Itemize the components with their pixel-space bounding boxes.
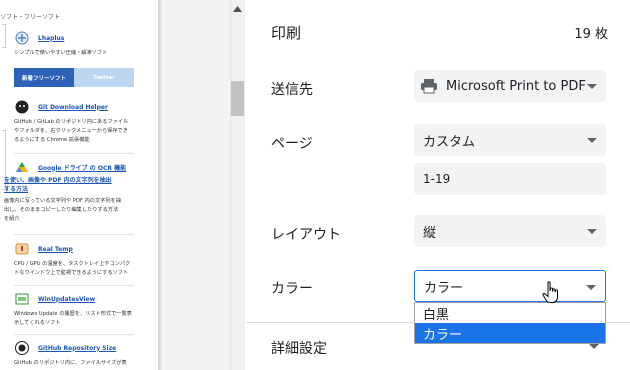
preview-tab-new: 新着フリーソフト bbox=[14, 68, 74, 87]
printer-icon bbox=[420, 78, 438, 94]
pages-select[interactable]: カスタム bbox=[414, 124, 606, 156]
preview-gutter bbox=[164, 0, 230, 370]
preview-category: ソフト・フリーソフト bbox=[0, 14, 61, 21]
preview-item: Google ドライブ の OCR 機能 を使い、画像や PDF 内の文字列を抽… bbox=[4, 160, 134, 224]
hand-pointer-icon bbox=[541, 281, 561, 305]
preview-item-title: Git Download Helper bbox=[38, 103, 108, 111]
preview-item-title: Google ドライブ の OCR 機能 bbox=[38, 164, 127, 172]
print-settings-panel: 印刷 19 枚 送信先 Microsoft Print to PDF ページ カ… bbox=[246, 0, 630, 370]
preview-divider bbox=[14, 285, 134, 286]
preview-desc-line: GitHub / GitLab のリポジトリ内にあるファイル bbox=[14, 119, 129, 125]
preview-item-desc: GitHub / GitLab のリポジトリ内にあるファイル やフォルダを、右ク… bbox=[14, 118, 134, 145]
chevron-down-icon bbox=[587, 138, 597, 143]
destination-label: 送信先 bbox=[271, 82, 313, 98]
github-icon bbox=[14, 340, 30, 356]
octocat-icon bbox=[14, 99, 30, 115]
preview-item: Real Temp CPU / GPU の温度を、タスクトレイ上やコンパク トな… bbox=[14, 241, 134, 278]
preview-item-desc: CPU / GPU の温度を、タスクトレイ上やコンパク トなウインドウ上で監視で… bbox=[14, 260, 134, 278]
preview-item-desc: 画像内に写っている文字列や PDF 内の文字列を抽 出し、そのままコピーしたり編… bbox=[4, 197, 134, 224]
preview-strip bbox=[2, 24, 6, 48]
color-select[interactable]: カラー bbox=[414, 270, 606, 302]
preview-desc-line: CPU / GPU の温度を、タスクトレイ上やコンパク bbox=[14, 261, 131, 267]
preview-desc-line: やフォルダを、右クリックメニューから保存でき bbox=[14, 128, 128, 134]
preview-desc-line: るようにする Chrome 拡張機能 bbox=[14, 137, 90, 143]
color-option-monochrome[interactable]: 白黒 bbox=[415, 303, 605, 323]
settings-scrollbar[interactable] bbox=[230, 0, 245, 370]
more-settings-label[interactable]: 詳細設定 bbox=[271, 338, 327, 358]
layout-label: レイアウト bbox=[271, 227, 341, 243]
lhaplus-icon bbox=[14, 30, 30, 46]
preview-item: GitHub Repository Size GitHub のリポジトリ内に、フ… bbox=[14, 340, 134, 368]
preview-desc-line: Windows Update の履歴を、リスト形式で一覧表 bbox=[14, 311, 132, 317]
preview-item-title: する方法 bbox=[4, 186, 29, 193]
color-options-list: 白黒 カラー bbox=[414, 302, 606, 344]
preview-item-title: Lhaplus bbox=[38, 34, 65, 42]
chevron-down-icon bbox=[587, 84, 597, 89]
print-preview-page: ソフト・フリーソフト Lhaplus シンプルで使いやすい圧縮・解凍ソフト 新着… bbox=[0, 0, 160, 370]
print-title: 印刷 bbox=[271, 24, 302, 42]
color-label: カラー bbox=[271, 281, 313, 297]
chevron-down-icon bbox=[587, 229, 597, 234]
preview-desc-line: 画像内に写っている文字列や PDF 内の文字列を抽 bbox=[4, 198, 121, 204]
preview-desc-line: 示してくれるソフト bbox=[14, 320, 61, 326]
layout-value: 縦 bbox=[423, 225, 437, 241]
page-range-value: 1-19 bbox=[423, 172, 451, 186]
preview-item-title: GitHub Repository Size bbox=[38, 344, 117, 352]
destination-select[interactable]: Microsoft Print to PDF bbox=[414, 70, 606, 102]
preview-divider bbox=[14, 234, 134, 235]
google-drive-icon bbox=[14, 160, 30, 176]
preview-desc-line: 出し、そのままコピーしたり編集したりする方法 bbox=[4, 207, 119, 213]
preview-divider bbox=[14, 334, 134, 335]
color-value: カラー bbox=[424, 280, 464, 296]
preview-item: WinUpdatesView Windows Update の履歴を、リスト形式… bbox=[14, 291, 134, 328]
preview-item-title: WinUpdatesView bbox=[38, 295, 96, 303]
layout-select[interactable]: 縦 bbox=[414, 215, 606, 247]
preview-item: Lhaplus シンプルで使いやすい圧縮・解凍ソフト bbox=[14, 30, 134, 58]
color-option-color[interactable]: カラー bbox=[415, 323, 605, 343]
preview-item: Git Download Helper GitHub / GitLab のリポジ… bbox=[14, 99, 134, 145]
preview-desc-line: トなウインドウ上で監視できるようにするソフト bbox=[14, 270, 129, 276]
preview-item-desc: シンプルで使いやすい圧縮・解凍ソフト bbox=[14, 50, 108, 56]
preview-item-desc: Windows Update の履歴を、リスト形式で一覧表 示してくれるソフト bbox=[14, 310, 134, 328]
preview-desc-line: を紹介 bbox=[4, 216, 20, 222]
preview-divider bbox=[14, 153, 134, 154]
scroll-up-arrow-icon[interactable] bbox=[230, 0, 245, 17]
pages-value: カスタム bbox=[423, 134, 476, 150]
chevron-down-icon[interactable] bbox=[589, 344, 599, 349]
sheet-count: 19 枚 bbox=[574, 27, 608, 42]
preview-item-title: Real Temp bbox=[38, 245, 73, 253]
thermometer-icon bbox=[14, 241, 30, 257]
preview-tab-twitter: Twitter bbox=[74, 68, 134, 87]
preview-tabs: 新着フリーソフト Twitter bbox=[14, 68, 134, 87]
preview-item-title: を使い、画像や PDF 内の文字列を抽出 bbox=[4, 177, 112, 184]
pages-label: ページ bbox=[271, 136, 313, 152]
page-range-input[interactable]: 1-19 bbox=[414, 163, 606, 195]
winupdates-icon bbox=[14, 291, 30, 307]
destination-value: Microsoft Print to PDF bbox=[446, 78, 586, 94]
preview-item-desc: GitHub のリポジトリ内に、ファイルサイズが表 bbox=[14, 360, 127, 366]
chevron-down-icon bbox=[586, 285, 596, 290]
scrollbar-thumb[interactable] bbox=[231, 81, 244, 116]
